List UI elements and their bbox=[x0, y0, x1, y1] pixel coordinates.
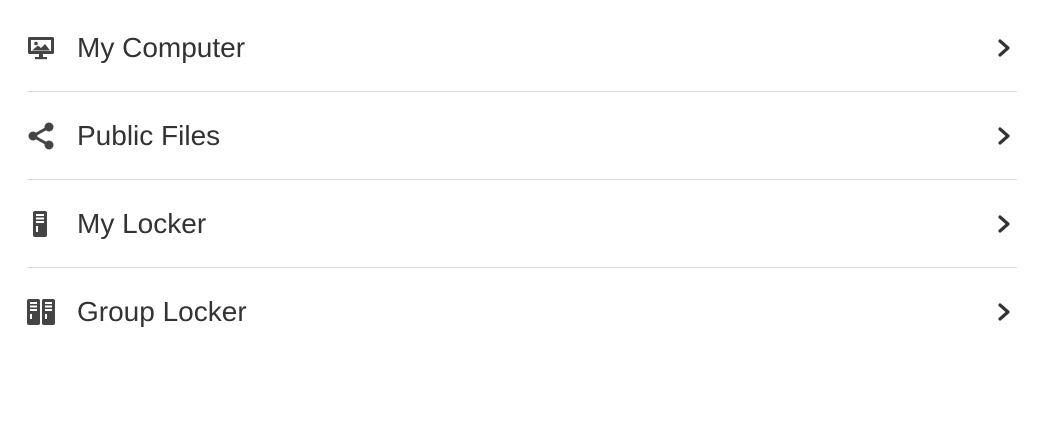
nav-item-label: Public Files bbox=[77, 119, 221, 151]
group-locker-icon bbox=[27, 298, 55, 326]
nav-item-label: My Locker bbox=[77, 207, 207, 239]
location-nav-list: My Computer Public Files My Locker Group… bbox=[27, 4, 1017, 355]
chevron-right-icon bbox=[997, 126, 1011, 146]
chevron-right-icon bbox=[997, 38, 1011, 58]
chevron-right-icon bbox=[997, 302, 1011, 322]
nav-item-group-locker[interactable]: Group Locker bbox=[27, 268, 1017, 355]
chevron-right-icon bbox=[997, 214, 1011, 234]
nav-item-my-locker[interactable]: My Locker bbox=[27, 180, 1017, 268]
nav-item-label: Group Locker bbox=[77, 295, 247, 327]
nav-item-public-files[interactable]: Public Files bbox=[27, 92, 1017, 180]
nav-item-label: My Computer bbox=[77, 31, 246, 63]
share-icon bbox=[27, 122, 55, 150]
locker-icon bbox=[27, 210, 55, 238]
nav-item-my-computer[interactable]: My Computer bbox=[27, 4, 1017, 92]
monitor-image-icon bbox=[27, 34, 55, 62]
